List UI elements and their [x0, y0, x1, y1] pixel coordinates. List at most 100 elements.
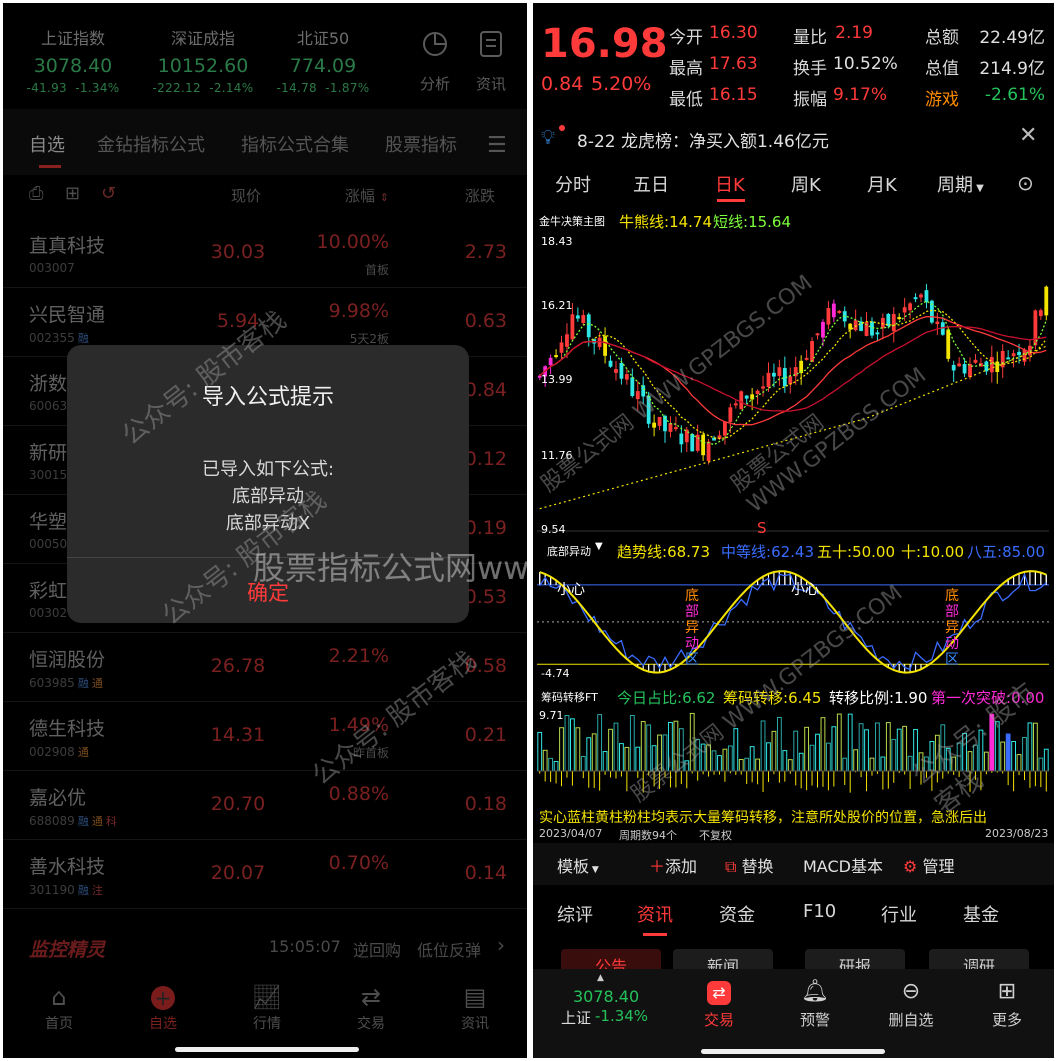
- notice-bar[interactable]: 💡︎ 8-22 龙虎榜：净买入额1.46亿元 ✕: [533, 117, 1054, 157]
- template-button[interactable]: 模板 ▼: [557, 853, 599, 877]
- candlestick-chart[interactable]: [537, 231, 1049, 541]
- tab-collection[interactable]: 指标公式合集: [241, 131, 349, 157]
- chip-bar-up: [1022, 737, 1027, 772]
- sub1-item: 趋势线:68.73: [617, 543, 711, 561]
- chip-bar-up: [858, 723, 864, 772]
- tab-news[interactable]: 资讯: [637, 901, 673, 927]
- adjust-mode[interactable]: 不复权: [699, 827, 732, 843]
- stock-badge: 融: [77, 815, 89, 828]
- tab-intraday[interactable]: 分时: [555, 171, 591, 197]
- tab-bar: 自选 金钻指标公式 指标公式合集 股票指标 ☰: [3, 109, 527, 175]
- quote-label: 总值: [925, 59, 959, 79]
- tab-overview[interactable]: 综评: [557, 901, 593, 927]
- col-price[interactable]: 现价: [231, 185, 261, 206]
- bottom-zone-label: 底部异动区: [685, 589, 699, 669]
- edit-icon[interactable]: ⎙: [29, 183, 43, 204]
- main-indicator-name[interactable]: 金牛决策主图: [539, 213, 605, 229]
- chip-bar-up: [951, 756, 957, 772]
- tab-f10[interactable]: F10: [803, 901, 836, 922]
- grid-icon[interactable]: ⊞: [65, 183, 80, 204]
- index-sh[interactable]: 上证指数 3078.40 -41.93 -1.34%: [3, 25, 143, 95]
- settings-icon[interactable]: ⊙: [1017, 171, 1034, 195]
- manage-button[interactable]: ⚙ 管理: [903, 853, 954, 877]
- stock-row[interactable]: 恒润股份 603985 融通 26.78 2.21% 0.58: [3, 633, 527, 702]
- current-price: 16.98: [541, 21, 668, 67]
- monitor-bar[interactable]: 监控精灵 15:05:07 逆回购 低位反弹 ›: [3, 919, 527, 961]
- footer-index-value[interactable]: 3078.40: [573, 987, 639, 1006]
- col-chg[interactable]: 涨跌: [465, 185, 495, 206]
- analysis-button[interactable]: 分析: [417, 29, 453, 94]
- stock-code: 603985 融通: [29, 676, 103, 690]
- chart-toolbar: 模板 ▼ ＋添加 ⧉ 替换 MACD基本 ⚙ 管理: [533, 843, 1054, 885]
- nav-alert[interactable]: 🔔︎ 预警: [775, 979, 855, 1030]
- chip-transfer-chart[interactable]: [537, 709, 1049, 805]
- candle-body: [586, 314, 591, 338]
- sub1-name[interactable]: 底部异动: [547, 543, 591, 559]
- nav-remove-watchlist[interactable]: ⊖ 删自选: [871, 979, 951, 1030]
- replace-button[interactable]: ⧉ 替换: [725, 853, 774, 877]
- candle-body: [772, 372, 776, 377]
- candle-body: [924, 290, 929, 303]
- candle-body: [891, 314, 896, 331]
- price-tick: 13.99: [541, 373, 573, 386]
- macd-button[interactable]: MACD基本: [803, 853, 883, 877]
- index-sz[interactable]: 深证成指 10152.60 -222.12 -2.14%: [133, 25, 273, 95]
- nav-trade[interactable]: ⇄ 交易: [331, 983, 411, 1033]
- tab-jinzuan[interactable]: 金钻指标公式: [97, 131, 205, 157]
- tab-5day[interactable]: 五日: [633, 171, 669, 197]
- chip-bar-up: [825, 742, 831, 772]
- quote-value: 10.52%: [833, 54, 898, 74]
- stock-code: 00302: [29, 606, 68, 620]
- price-tick: 11.76: [541, 449, 573, 462]
- tab-monthly-k[interactable]: 月K: [867, 171, 897, 197]
- candle-body: [788, 376, 793, 385]
- tab-industry[interactable]: 行业: [881, 901, 917, 927]
- tab-watchlist[interactable]: 自选: [29, 131, 65, 157]
- stock-price: 20.07: [210, 862, 266, 884]
- chip-bar-up: [956, 742, 962, 772]
- price-tick: 16.21: [541, 299, 573, 312]
- stock-row[interactable]: 善水科技 301190 融注 20.07 0.70% 0.14: [3, 840, 527, 909]
- stock-name: 兴民智通: [29, 304, 106, 326]
- candle-body: [984, 361, 989, 372]
- chip-bar-up: [1005, 733, 1011, 772]
- stock-badge: 融: [77, 677, 89, 690]
- menu-icon[interactable]: ☰: [487, 133, 507, 158]
- tab-funds[interactable]: 资金: [719, 901, 755, 927]
- zone-char: 部: [945, 604, 959, 620]
- sub2-name[interactable]: 筹码转移FT: [541, 689, 598, 705]
- chip-bar-up: [613, 722, 619, 772]
- stock-row[interactable]: 德生科技 002908 通 14.31 1.49% 昨首板 0.21: [3, 702, 527, 771]
- chip-bar-up: [853, 749, 859, 772]
- stock-price: 14.31: [210, 724, 266, 746]
- tab-stock-indicator[interactable]: 股票指标: [385, 131, 457, 157]
- sub1-item: 五十:50.00: [817, 543, 896, 561]
- col-pct[interactable]: 涨幅 ⇕: [345, 185, 389, 206]
- close-icon[interactable]: ✕: [1019, 123, 1037, 148]
- candle-body: [989, 357, 994, 373]
- stock-row[interactable]: 嘉必优 688089 融通科 20.70 0.88% 0.18: [3, 771, 527, 840]
- candle-body: [875, 332, 880, 335]
- chip-bar-up: [978, 729, 984, 772]
- nav-market[interactable]: 📈︎ 行情: [227, 983, 307, 1033]
- nav-home[interactable]: ⌂ 首页: [19, 983, 99, 1033]
- nav-news[interactable]: ▤ 资讯: [435, 983, 515, 1033]
- news-button[interactable]: 资讯: [473, 29, 509, 94]
- index-pct: -1.34%: [75, 81, 120, 95]
- undo-icon[interactable]: ↺: [101, 183, 116, 204]
- nav-trade[interactable]: ⇄ 交易: [679, 979, 759, 1030]
- candle-body: [554, 355, 558, 358]
- tab-daily-k[interactable]: 日K: [715, 171, 745, 197]
- tab-period[interactable]: 周期 ▼: [937, 171, 984, 197]
- nav-more[interactable]: ⊞ 更多: [967, 979, 1047, 1030]
- add-button[interactable]: ＋添加: [649, 853, 697, 877]
- stock-name: 直真科技: [29, 235, 106, 257]
- stock-row[interactable]: 直真科技 003007 30.03 10.00% 首板 2.73: [3, 219, 527, 288]
- tab-fund[interactable]: 基金: [963, 901, 999, 927]
- nav-watchlist[interactable]: + 自选: [123, 983, 203, 1033]
- chip-bar-up: [836, 713, 842, 772]
- tab-weekly-k[interactable]: 周K: [791, 171, 821, 197]
- index-bz50[interactable]: 北证50 774.09 -14.78 -1.87%: [253, 25, 393, 95]
- chip-bar-up: [962, 732, 967, 772]
- stock-badge: 通: [91, 815, 103, 828]
